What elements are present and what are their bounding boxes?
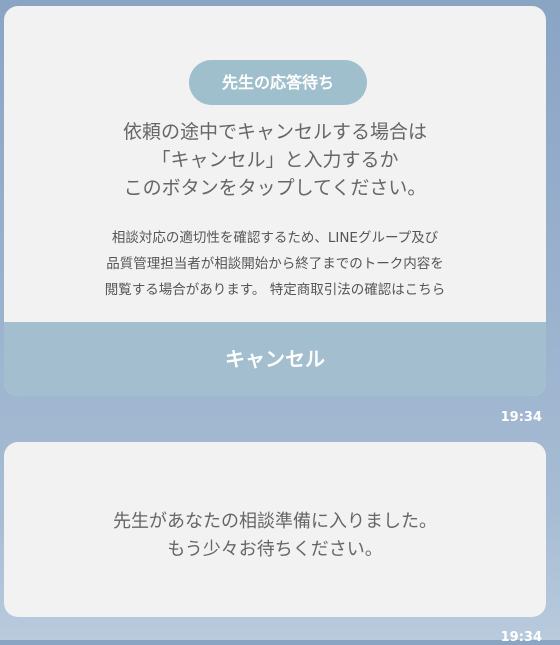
message-timestamp: 19:34 <box>500 630 542 645</box>
status-badge: 先生の応答待ち <box>189 60 367 105</box>
cancel-button[interactable]: キャンセル <box>4 322 546 396</box>
preparing-text: 先生があなたの相談準備に入りました。 もう少々お待ちください。 <box>4 508 546 564</box>
preparing-line: 先生があなたの相談準備に入りました。 <box>113 511 437 532</box>
message-timestamp: 19:34 <box>500 410 542 425</box>
preparing-message-card: 先生があなたの相談準備に入りました。 もう少々お待ちください。 <box>4 442 546 617</box>
notice-line[interactable]: 閲覧する場合があります。 特定商取引法の確認はこちら <box>4 277 546 303</box>
notice-line: 品質管理担当者が相談開始から終了までのトーク内容を <box>106 256 444 272</box>
instruction-line: 「キャンセル」と入力するか <box>151 149 399 171</box>
status-message-card: 先生の応答待ち 依頼の途中でキャンセルする場合は 「キャンセル」と入力するか こ… <box>4 6 546 396</box>
notice-line: 相談対応の適切性を確認するため、LINEグループ及び <box>111 230 439 246</box>
instruction-line: このボタンをタップしてください。 <box>123 177 427 199</box>
preparing-line: もう少々お待ちください。 <box>167 539 383 560</box>
privacy-notice: 相談対応の適切性を確認するため、LINEグループ及び 品質管理担当者が相談開始か… <box>4 225 546 303</box>
cancel-instruction-text: 依頼の途中でキャンセルする場合は 「キャンセル」と入力するか このボタンをタップ… <box>4 118 546 202</box>
instruction-line: 依頼の途中でキャンセルする場合は <box>122 121 427 143</box>
